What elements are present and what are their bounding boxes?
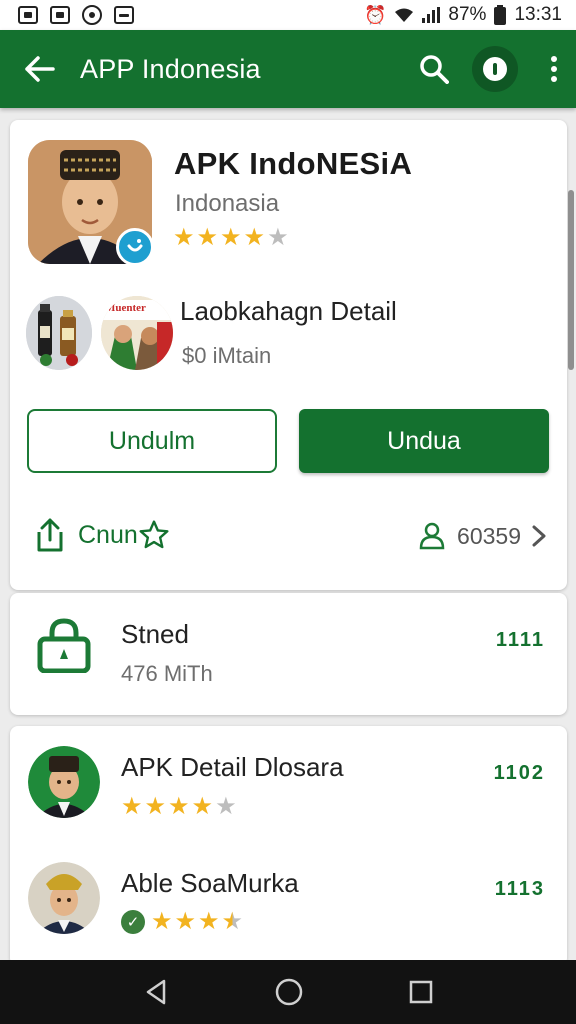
- info-icon: [483, 57, 507, 81]
- info-title: Stned: [121, 619, 189, 649]
- list-item-rating: ★ ★ ★ ★ ★: [121, 795, 237, 819]
- star-icon: ★: [121, 793, 143, 820]
- app-rating: ★ ★ ★ ★ ★: [173, 226, 289, 250]
- app-developer: Indonasia: [175, 190, 280, 217]
- product-thumbnail-people[interactable]: Muenter: [101, 296, 173, 370]
- star-empty-icon: ★: [267, 224, 289, 251]
- share-button[interactable]: Cnun: [34, 518, 170, 552]
- star-icon: ★: [243, 224, 266, 251]
- list-item-value: 1113: [494, 878, 545, 900]
- lock-icon: [37, 618, 91, 673]
- info-value: 1111: [495, 629, 545, 651]
- avatar: [28, 746, 100, 818]
- scrollbar[interactable]: [568, 190, 574, 370]
- list-item-title: Able SoaMurka: [121, 868, 299, 898]
- search-button[interactable]: [402, 30, 466, 108]
- star-outline-icon: [139, 520, 169, 549]
- chevron-right-icon: [532, 525, 546, 547]
- person-icon: [419, 522, 445, 550]
- app-detail-card: APK IndoNESiA Indonasia ★ ★ ★ ★ ★ Muente: [10, 120, 567, 590]
- signal-icon: [422, 7, 441, 23]
- page-title: APP Indonesia: [80, 53, 261, 84]
- share-label: Cnun: [78, 520, 138, 549]
- star-half-icon: ★: [221, 908, 244, 935]
- search-icon: [420, 55, 449, 84]
- nav-recents-icon[interactable]: [408, 979, 434, 1005]
- download-button[interactable]: Undua: [299, 409, 549, 473]
- star-icon: ★: [173, 224, 195, 251]
- battery-icon: [494, 5, 507, 25]
- system-nav-bar: [0, 960, 576, 1024]
- more-options-button[interactable]: [532, 30, 576, 108]
- list-item-rating: ✓ ★ ★ ★ ★: [121, 910, 243, 934]
- star-icon: ★: [220, 224, 242, 251]
- detail-price: $0 iMtain: [182, 343, 272, 368]
- downloads-value: 60359: [457, 522, 521, 549]
- storage-info-card[interactable]: Stned 476 MiTh 1111: [10, 593, 567, 715]
- thumbnail-caption: Muenter: [105, 302, 146, 314]
- star-empty-icon: ★: [215, 793, 237, 820]
- list-item-value: 1102: [493, 762, 545, 784]
- gallery-icon: [18, 6, 38, 24]
- downloads-count[interactable]: 60359: [417, 521, 547, 551]
- status-system-icons: ⏰ 87% 13:31: [364, 4, 562, 26]
- star-icon: ★: [144, 793, 167, 820]
- verified-badge: [116, 228, 154, 266]
- star-icon: ★: [191, 793, 214, 820]
- detail-title: Laobkahagn Detail: [180, 296, 397, 326]
- chat-icon: [82, 5, 102, 25]
- avatar: [28, 862, 100, 934]
- back-button[interactable]: [0, 30, 80, 108]
- related-apps-card: APK Detail Dlosara ★ ★ ★ ★ ★ 1102 Able S…: [10, 726, 567, 966]
- battery-percent: 87%: [448, 4, 487, 25]
- nav-home-icon[interactable]: [274, 977, 304, 1007]
- info-button[interactable]: [472, 46, 518, 92]
- star-icon: ★: [174, 908, 197, 935]
- clock: 13:31: [514, 4, 562, 25]
- smile-icon: [127, 239, 143, 252]
- secondary-action-button[interactable]: Undulm: [27, 409, 277, 473]
- wifi-icon: [395, 8, 414, 22]
- product-thumbnail-bottles[interactable]: [26, 296, 92, 370]
- info-subtitle: 476 MiTh: [121, 661, 213, 686]
- star-icon: ★: [168, 793, 190, 820]
- mail-icon: [114, 6, 134, 24]
- arrow-left-icon: [25, 56, 55, 82]
- star-icon: ★: [151, 908, 173, 935]
- nav-back-icon[interactable]: [142, 978, 170, 1006]
- share-icon: [37, 518, 63, 552]
- status-bar: ⏰ 87% 13:31: [0, 0, 576, 30]
- status-notification-icons: [18, 5, 134, 25]
- check-icon: ✓: [121, 910, 145, 934]
- star-icon: ★: [198, 908, 220, 935]
- more-vert-icon: [551, 56, 557, 62]
- star-icon: ★: [196, 224, 219, 251]
- app-title: APK IndoNESiA: [174, 146, 413, 181]
- alarm-icon: ⏰: [364, 5, 387, 25]
- image-icon: [50, 6, 70, 24]
- list-item-title: APK Detail Dlosara: [121, 752, 344, 782]
- app-bar: APP Indonesia: [0, 30, 576, 108]
